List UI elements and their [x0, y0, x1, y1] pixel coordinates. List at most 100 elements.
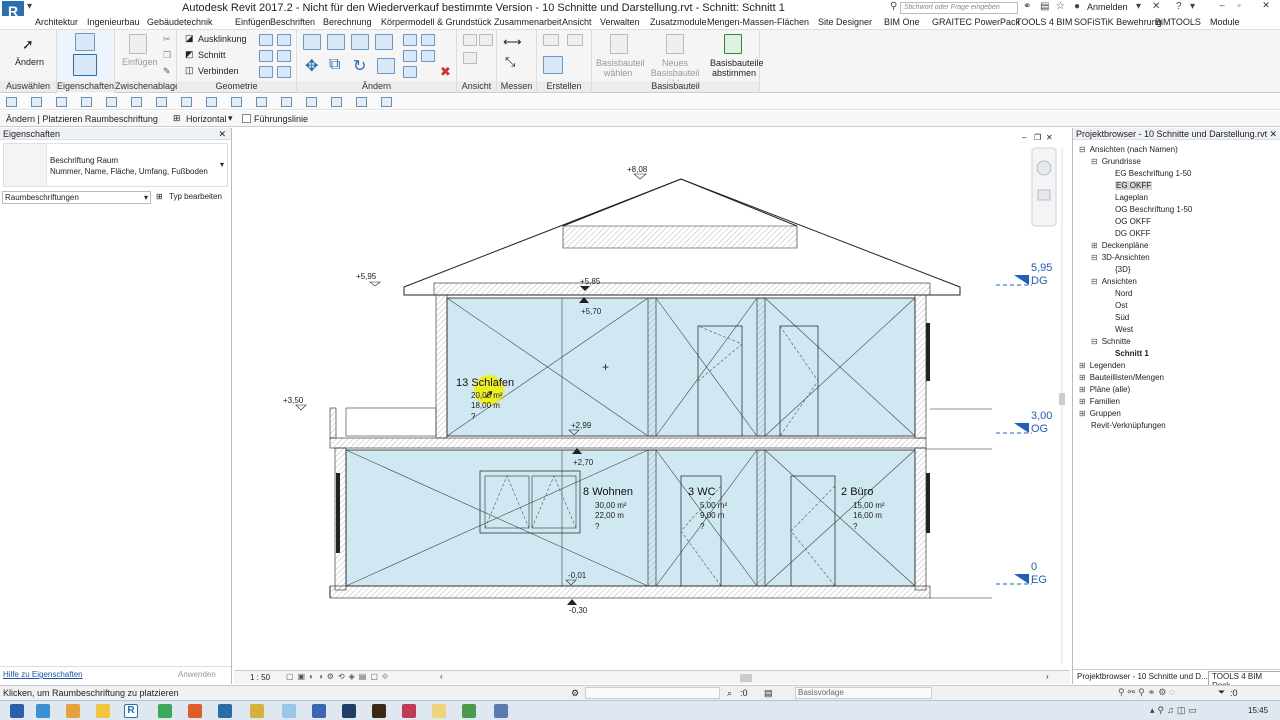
collapse-icon[interactable]: ⊟ [1091, 337, 1098, 346]
spot-elevation[interactable]: +2,70 [573, 458, 594, 467]
tab-körpermodell-grundstück[interactable]: Körpermodell & Grundstück [381, 17, 492, 27]
paint-icon[interactable] [277, 66, 291, 78]
browser-item[interactable]: ⊟ Grundrisse [1091, 157, 1141, 166]
expand-icon[interactable]: ⊞ [1079, 361, 1086, 370]
tab-architektur[interactable]: Architektur [35, 17, 78, 27]
expand-icon[interactable]: ⊞ [1079, 373, 1086, 382]
geometry-tool-icon[interactable] [259, 66, 273, 78]
photoshop-icon[interactable] [342, 704, 356, 718]
tab-zusammenarbeit[interactable]: Zusammenarbeit [494, 17, 562, 27]
chevron-down-icon[interactable]: ▾ [27, 1, 32, 12]
browser-item[interactable]: Nord [1103, 289, 1132, 298]
spot-elevation[interactable]: +5,95 [356, 272, 377, 281]
close-hidden-icon[interactable] [331, 97, 342, 107]
measure-icon[interactable] [156, 97, 167, 107]
match-hosts-button[interactable]: Basisbauteile abstimmen [710, 58, 764, 78]
navigation-bar[interactable] [1031, 147, 1057, 227]
copy-element-icon[interactable]: ⧉ [329, 56, 340, 74]
offset-icon[interactable] [327, 34, 345, 50]
browser-item[interactable]: ⊟ Ansichten (nach Namen) [1079, 145, 1178, 154]
browser-item[interactable]: ⊞ Deckenpläne [1091, 241, 1148, 250]
scale-icon[interactable] [421, 50, 435, 62]
app-icon[interactable] [402, 704, 416, 718]
star-icon[interactable]: ☆ [1056, 1, 1065, 12]
text-icon[interactable] [206, 97, 217, 107]
tab-verwalten[interactable]: Verwalten [600, 17, 640, 27]
folder-icon[interactable] [96, 704, 110, 718]
browser-item[interactable]: EG OKFF [1103, 181, 1153, 190]
revit-taskbar-icon[interactable]: R [124, 704, 138, 718]
type-properties-icon[interactable] [73, 54, 97, 76]
zoom-icon[interactable] [1037, 189, 1051, 201]
save-icon[interactable] [31, 97, 42, 107]
panel-label[interactable]: Auswählen [0, 81, 56, 92]
design-option-select[interactable]: Basisvorlage [795, 687, 932, 699]
search-icon[interactable]: ⚲ [890, 1, 897, 12]
tab-bim-one[interactable]: BIM One [884, 17, 920, 27]
view-tools[interactable]: ▢▣◐◑⚙⟲◈▤▢⟐ [286, 672, 392, 682]
drawing-canvas[interactable]: – ❐ ✕ + 5,95 DG 3,00 OG 0 EG +8,08 +5,95… [234, 128, 1070, 669]
chevron-down-icon[interactable]: ▾ [220, 160, 224, 169]
browser-item[interactable]: ⊟ Schnitte [1091, 337, 1131, 346]
pin-icon[interactable] [403, 66, 417, 78]
match-hosts-icon[interactable] [724, 34, 742, 54]
tray-icons[interactable]: ▴⚲♫◫▭ [1150, 705, 1200, 716]
outlook-icon[interactable] [218, 704, 232, 718]
tab-berechnung[interactable]: Berechnung [323, 17, 372, 27]
browser-item[interactable]: ⊞ Bauteillisten/Mengen [1079, 373, 1164, 382]
browser-item[interactable]: Schnitt 1 [1103, 349, 1149, 358]
tab-tools-4-bim[interactable]: TOOLS 4 BIM [1016, 17, 1072, 27]
spot-elevation[interactable]: +3,50 [283, 396, 304, 405]
chevron-down-icon[interactable]: ▾ [228, 113, 233, 124]
create-assembly-icon[interactable] [543, 56, 563, 74]
search-input[interactable]: Stichwort oder Frage eingeben [900, 2, 1018, 14]
worksets-icon[interactable]: ⚙ [571, 688, 579, 699]
spot-elevation[interactable]: -0,30 [569, 606, 588, 615]
browser-item[interactable]: OG Beschriftung 1-50 [1103, 205, 1192, 214]
browser-item[interactable]: ⊞ Gruppen [1079, 409, 1121, 418]
undo-icon[interactable] [81, 97, 92, 107]
spot-elevation[interactable]: +2,99 [571, 421, 592, 430]
browser-item[interactable]: Ost [1103, 301, 1127, 310]
geometry-tool-icon[interactable] [259, 34, 273, 46]
dimension-icon[interactable] [181, 97, 192, 107]
tab-bimtools[interactable]: BiMTOOLS [1155, 17, 1201, 27]
chevron-down-icon[interactable]: ▾ [144, 192, 148, 203]
tab-beschriften[interactable]: Beschriften [270, 17, 315, 27]
sync-icon[interactable] [56, 97, 67, 107]
leader-checkbox[interactable] [242, 114, 251, 123]
thin-lines-icon[interactable] [306, 97, 317, 107]
trim-icon[interactable] [377, 58, 395, 74]
browser-item[interactable]: ⊞ Pläne (alle) [1079, 385, 1130, 394]
measure-icon[interactable]: ⟷ [503, 34, 522, 50]
geometry-tool-icon[interactable] [277, 34, 291, 46]
level-eg[interactable]: 0 EG [996, 561, 1047, 586]
tab-zusatzmodule[interactable]: Zusatzmodule [650, 17, 707, 27]
chevron-down-icon[interactable]: ▾ [1190, 1, 1195, 12]
expand-icon[interactable]: ⊞ [1079, 409, 1086, 418]
restore-view-icon[interactable]: ❐ [1034, 133, 1041, 142]
dimension-icon[interactable]: ⤡ [505, 54, 515, 70]
app-icon[interactable] [312, 704, 326, 718]
3d-view-icon[interactable] [231, 97, 242, 107]
section-icon[interactable] [256, 97, 267, 107]
browser-item[interactable]: DG OKFF [1103, 229, 1151, 238]
spot-elevation[interactable]: -0,01 [568, 571, 587, 580]
close-icon[interactable]: ✕ [1269, 128, 1277, 140]
properties-help-link[interactable]: Hilfe zu Eigenschaften [3, 670, 83, 679]
collapse-icon[interactable]: ⊟ [1091, 157, 1098, 166]
switch-windows-icon[interactable] [356, 97, 367, 107]
browser-item[interactable]: OG OKFF [1103, 217, 1151, 226]
scroll-right-icon[interactable]: › [1046, 672, 1049, 681]
chrome-icon[interactable] [158, 704, 172, 718]
edit-type-icon[interactable]: ⊞ [156, 192, 163, 201]
modify-button[interactable]: Ändern [15, 57, 44, 67]
browser-item[interactable]: Süd [1103, 313, 1129, 322]
chevron-down-icon[interactable]: ▾ [1136, 1, 1141, 12]
help-icon[interactable]: ? [1176, 1, 1182, 12]
expand-icon[interactable]: ⊞ [1079, 397, 1086, 406]
spot-elevation[interactable]: +5,85 [580, 277, 601, 286]
elevation-icon[interactable] [281, 97, 292, 107]
view-window-controls[interactable]: – ❐ ✕ [1022, 133, 1053, 142]
mirror-draw-icon[interactable] [375, 34, 393, 50]
